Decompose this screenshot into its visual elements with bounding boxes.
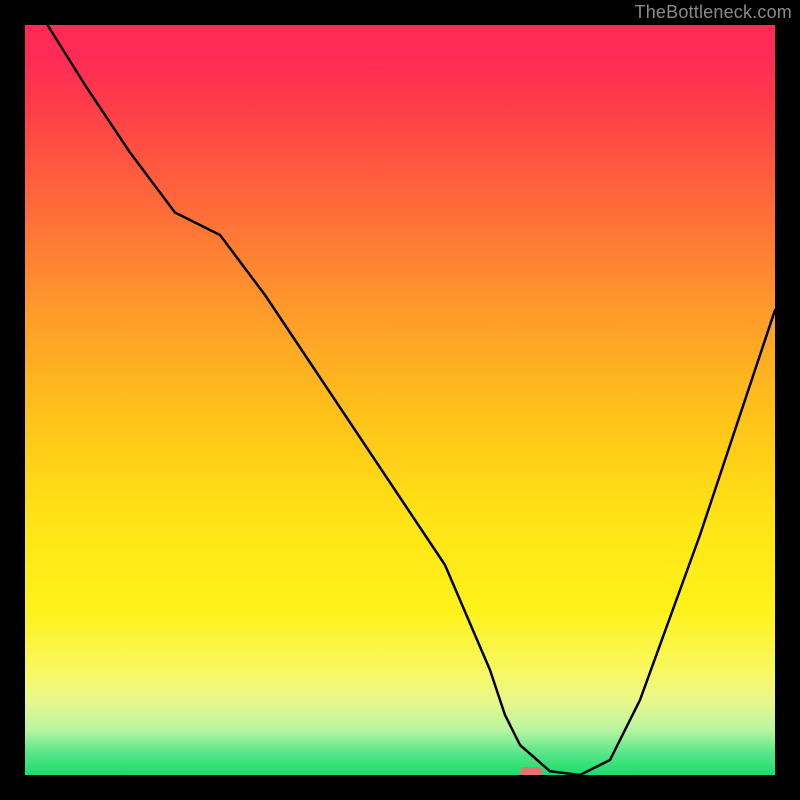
chart-svg (25, 25, 775, 775)
plot-area (25, 25, 775, 775)
optimal-marker (520, 767, 542, 775)
chart-container: TheBottleneck.com (0, 0, 800, 800)
watermark-text: TheBottleneck.com (635, 2, 792, 23)
bottleneck-curve (48, 25, 776, 775)
